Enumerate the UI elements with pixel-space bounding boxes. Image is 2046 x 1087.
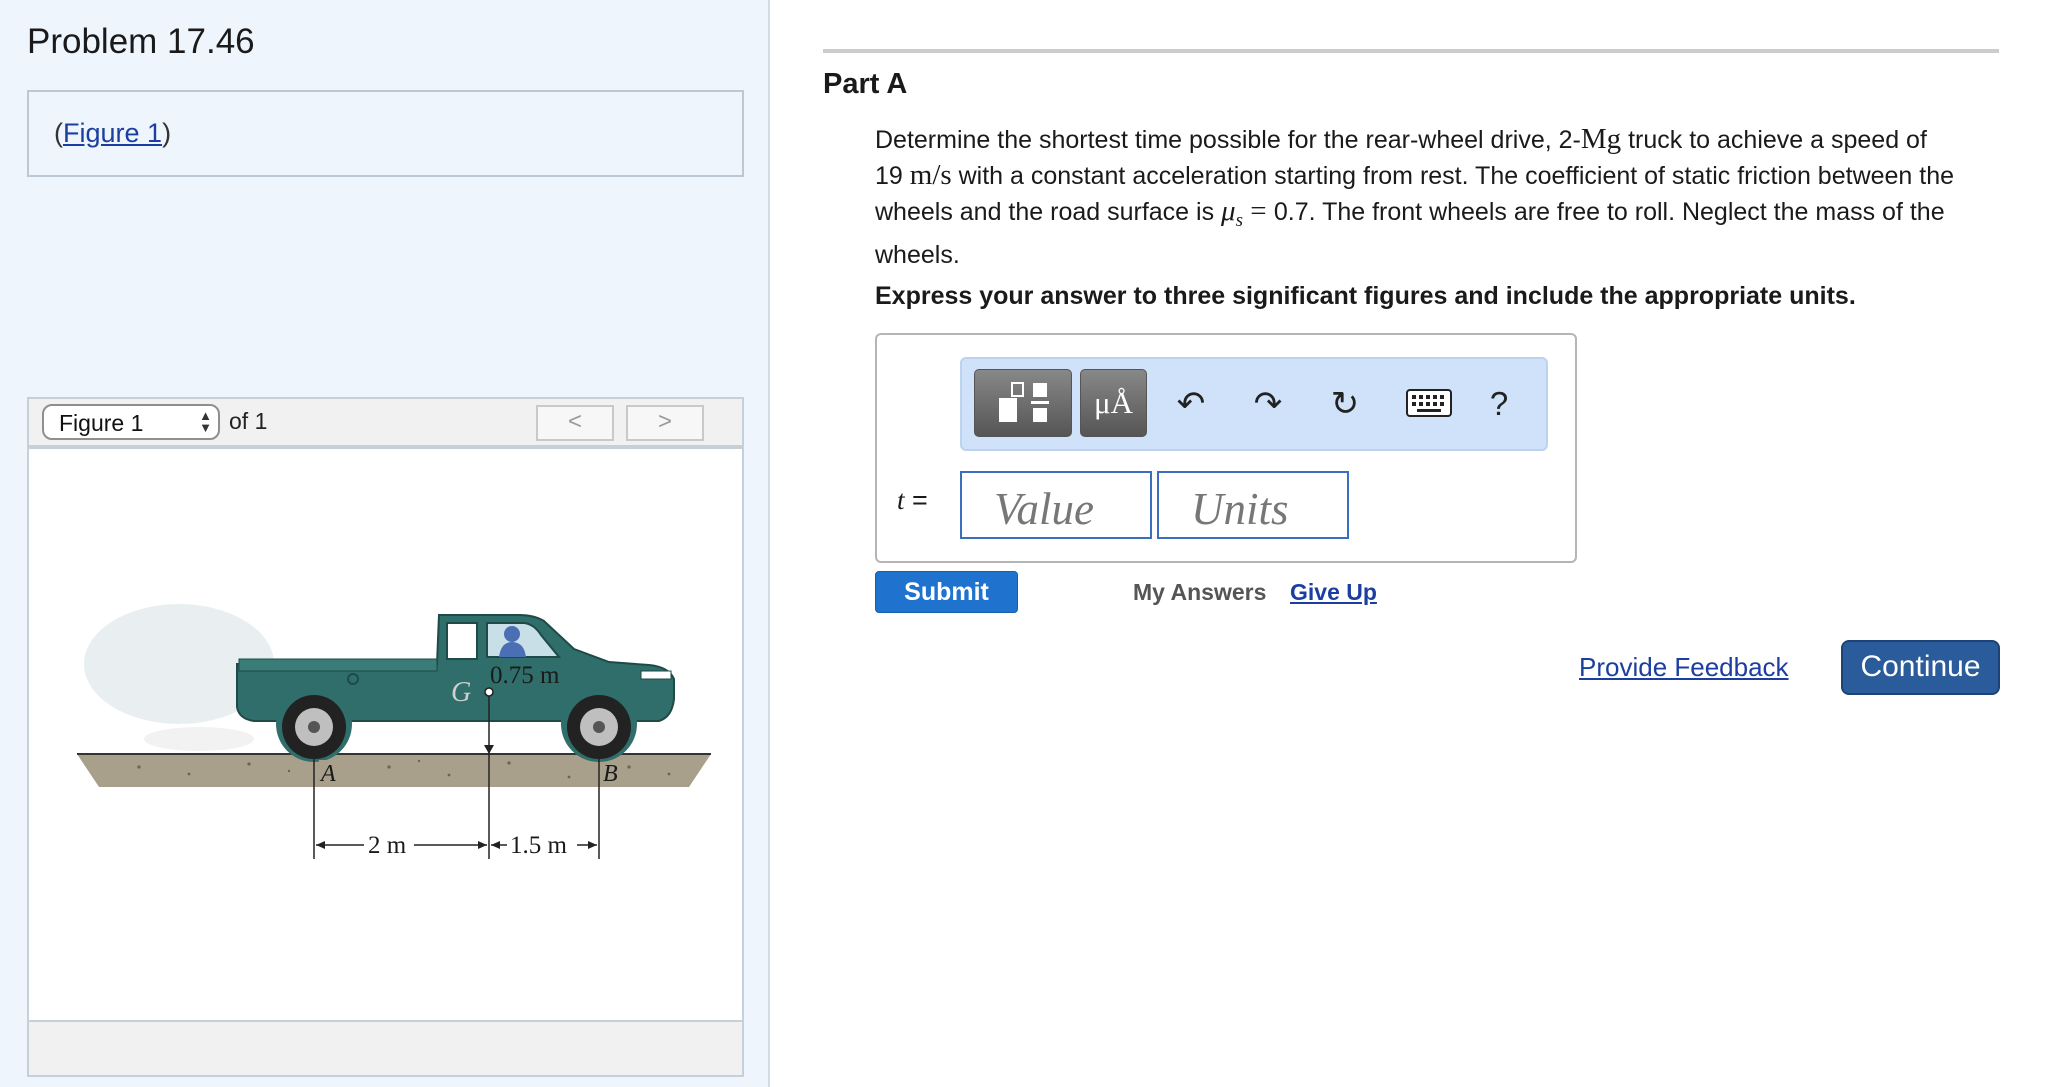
redo-icon[interactable]: ↷ [1245,383,1291,429]
front-wheel [567,695,631,759]
section-divider [823,49,1999,53]
units-input[interactable] [1157,471,1349,539]
mu-symbol: μ [1221,195,1236,227]
problem-statement: Determine the shortest time possible for… [875,122,1995,273]
left-panel: Problem 17.46 (Figure 1) Figure 1 ▲ ▼ of … [0,0,770,1087]
dim-label-right: 1.5 m [510,832,568,859]
dust-puff [144,727,254,751]
answer-equals: = [904,485,928,515]
figure-select[interactable]: Figure 1 ▲ ▼ [42,404,220,440]
figure-toolbar: Figure 1 ▲ ▼ of 1 < > [27,397,744,447]
mass-unit: Mg [1580,123,1622,155]
dim-arrow-icon [491,841,500,849]
label-a: A [319,761,336,787]
templates-button[interactable] [974,369,1072,437]
math-toolbar: μÅ ↶ ↷ ↻ ? [960,357,1548,451]
label-g: G [451,677,471,708]
chevron-left-icon: < [567,408,582,435]
help-button[interactable]: ? [1476,383,1522,429]
figure-footer [27,1022,744,1077]
submit-button[interactable]: Submit [875,571,1018,613]
symbols-button[interactable]: μÅ [1080,369,1147,437]
figure-link[interactable]: Figure 1 [63,118,162,148]
undo-icon[interactable]: ↶ [1168,383,1214,429]
part-title: Part A [823,68,908,100]
mu-equals: = [1243,195,1274,227]
figure-link-open-paren: ( [54,118,63,148]
figure-link-close-paren: ) [162,118,172,148]
dim-arrow-icon [588,841,597,849]
answer-variable-label: t = [897,485,928,516]
dim-arrow-icon [478,841,487,849]
provide-feedback-link[interactable]: Provide Feedback [1579,652,1789,683]
reset-icon[interactable]: ↻ [1322,383,1368,429]
answer-box: μÅ ↶ ↷ ↻ ? t = [875,333,1577,563]
truck-figure: G 0.75 m A B 2 m 1.5 m [77,604,711,859]
center-of-gravity-marker [484,687,494,697]
height-label: 0.75 m [490,662,560,689]
next-figure-button[interactable]: > [626,405,704,441]
mu-value: 0.7 [1273,198,1309,226]
statement-text-1: Determine the shortest time possible for… [875,126,1581,154]
give-up-link[interactable]: Give Up [1290,579,1377,606]
figure-link-wrap: (Figure 1) [54,118,171,149]
my-answers-label: My Answers [1133,579,1267,605]
value-input[interactable] [960,471,1152,539]
prev-figure-button[interactable]: < [536,405,614,441]
problem-title: Problem 17.46 [27,22,255,61]
figure-link-box: (Figure 1) [27,90,744,177]
dim-label-left: 2 m [368,832,407,859]
keyboard-icon[interactable] [1406,383,1452,429]
chevron-right-icon: > [657,408,672,435]
continue-button[interactable]: Continue [1841,640,2000,695]
figure-select-value: Figure 1 [59,410,144,436]
speed-value: 19 [875,162,910,190]
speed-unit: m/s [909,159,952,191]
figure-count: of 1 [229,408,268,434]
height-arrow-icon [484,745,494,754]
rear-wheel [282,695,346,759]
figure-area: G 0.75 m A B 2 m 1.5 m [27,447,744,1022]
dim-arrow-icon [316,841,325,849]
select-arrows-icon: ▲ ▼ [199,408,212,435]
answer-instruction: Express your answer to three significant… [875,282,1856,310]
answer-variable: t [897,485,905,515]
label-b: B [603,761,618,787]
templates-icon [999,382,1049,422]
statement-text-2: truck to achieve a speed of [1621,126,1927,154]
mu-subscript: s [1235,210,1244,231]
